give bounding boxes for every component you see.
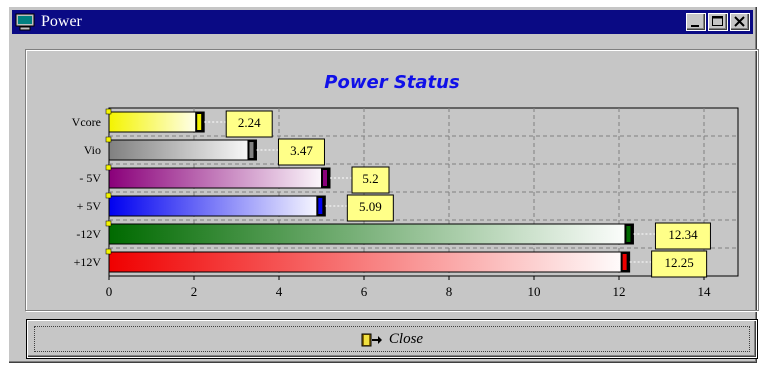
bar-end-marker-fill [323,170,327,186]
bar-end-marker-fill [626,226,631,242]
maximize-button[interactable] [708,13,728,31]
window-title: Power [41,13,82,30]
axis-marker [105,108,112,115]
bar [108,167,331,189]
bar [108,251,631,273]
close-window-button[interactable] [730,13,750,31]
bar-end-marker-fill [318,198,323,214]
axis-marker [105,192,112,199]
chart-panel: Power Status 0 2 4 6 8 10 12 14 Vcore 2.24 Vio 3.47… [25,49,759,311]
category-label: -12V [76,227,101,241]
power-chart: 0 2 4 6 8 10 12 14 Vcore 2.24 Vio 3.47 - 5V 5.2 + 5V 5.… [72,107,739,299]
x-tick-label: 8 [446,284,453,299]
axis-marker [105,164,112,171]
x-tick-label: 4 [276,284,283,299]
category-label: Vio [84,143,101,157]
bar-end-marker-fill [622,254,627,270]
x-tick-label: 10 [528,284,541,299]
bar [108,223,634,245]
value-label: 12.25 [665,255,694,270]
bar-end-marker-fill [197,114,202,130]
title-bar: Power [12,10,753,34]
close-button[interactable]: Close [27,320,757,358]
monitor-icon [15,13,35,31]
bar-end-marker-fill [249,142,254,158]
maximize-icon [712,16,723,26]
axis-marker [105,136,112,143]
x-tick-label: 14 [698,284,712,299]
minimize-button[interactable] [686,13,706,31]
axis-marker [105,220,112,227]
value-label: 12.34 [668,227,698,242]
category-label: Vcore [72,115,101,129]
bar [108,139,257,161]
x-tick-label: 0 [106,284,113,299]
bar [108,111,205,133]
x-tick-label: 2 [191,284,198,299]
x-tick-label: 12 [613,284,626,299]
bar [108,195,326,217]
category-label: + 5V [77,199,102,213]
value-label: 2.24 [238,115,261,130]
x-tick-label: 6 [361,284,368,299]
value-label: 3.47 [290,143,313,158]
value-label: 5.2 [362,171,378,186]
category-label: - 5V [79,171,101,185]
value-label: 5.09 [359,199,382,214]
minimize-icon [691,25,699,27]
category-label: +12V [74,255,102,269]
axis-marker [105,248,112,255]
close-icon [734,16,745,27]
power-window: Power Power Status 0246 8 10 12 14 Vcore… [8,6,759,364]
